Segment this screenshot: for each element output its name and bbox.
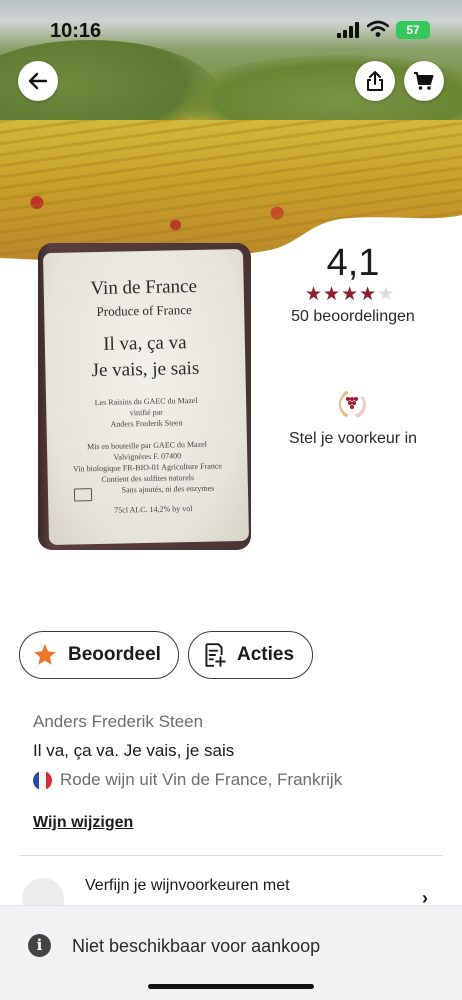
star-filled-icon: ★ xyxy=(359,284,377,305)
label-volume: 75cl ALC. 14,2% by vol xyxy=(114,504,193,515)
label-text: Sans ajoutés, ni des enzymes xyxy=(121,483,215,495)
shopping-cart-icon xyxy=(414,72,434,90)
ratings-count-link[interactable]: 50 beoordelingen xyxy=(280,308,426,326)
status-time: 10:16 xyxy=(50,20,102,42)
star-filled-icon: ★ xyxy=(323,284,341,305)
share-icon xyxy=(367,71,383,91)
winery-name[interactable]: Anders Frederik Steen xyxy=(33,712,203,732)
refine-preferences-row[interactable]: Verfijn je wijnvoorkeuren met › xyxy=(0,860,462,920)
star-empty-icon: ★ xyxy=(377,284,395,305)
wine-name: Il va, ça va. Je vais, je sais xyxy=(33,741,235,760)
set-preference-link[interactable]: Stel je voorkeur in xyxy=(278,430,428,448)
refine-preferences-text: Verfijn je wijnvoorkeuren met xyxy=(85,877,290,894)
star-filled-icon: ★ xyxy=(305,284,323,305)
availability-message: Niet beschikbaar voor aankoop xyxy=(72,936,321,956)
actions-button[interactable]: Acties xyxy=(188,631,313,679)
edit-wine-link[interactable]: Wijn wijzigen xyxy=(33,814,133,832)
star-icon xyxy=(34,644,56,665)
arrow-left-icon xyxy=(28,72,48,90)
battery-indicator: 57 xyxy=(396,21,430,39)
grape-preference-icon[interactable] xyxy=(332,385,372,425)
divider xyxy=(19,855,443,856)
status-bar: 10:16 57 xyxy=(0,0,462,60)
share-button[interactable] xyxy=(355,61,395,101)
wine-region-label: Rode wijn uit Vin de France, Frankrijk xyxy=(60,770,343,789)
wine-label: Vin de France Produce of France Il va, ç… xyxy=(42,248,250,546)
rate-button[interactable]: Beoordeel xyxy=(19,631,179,679)
label-appellation: Vin de France xyxy=(90,275,198,300)
star-filled-icon: ★ xyxy=(341,284,359,305)
eu-organic-logo xyxy=(73,488,93,502)
star-rating: ★ ★ ★ ★ ★ xyxy=(305,285,394,304)
actions-button-label: Acties xyxy=(237,644,295,665)
label-origin: Produce of France xyxy=(96,302,192,320)
home-indicator[interactable] xyxy=(148,984,314,989)
wifi-icon xyxy=(367,20,389,37)
label-wine-name-line2: Je vais, je sais xyxy=(91,357,200,382)
info-icon: i xyxy=(28,934,51,957)
rate-button-label: Beoordeel xyxy=(68,644,161,665)
back-button[interactable] xyxy=(18,61,58,101)
france-flag-icon xyxy=(33,770,52,790)
wine-region[interactable]: Rode wijn uit Vin de France, Frankrijk xyxy=(33,770,342,790)
wine-label-image[interactable]: Vin de France Produce of France Il va, ç… xyxy=(38,243,251,550)
average-rating: 4,1 xyxy=(326,242,380,284)
note-add-icon xyxy=(205,643,226,667)
label-wine-name-line1: Il va, ça va xyxy=(102,332,187,355)
cellular-signal-icon xyxy=(337,22,359,38)
cart-button[interactable] xyxy=(404,61,444,101)
